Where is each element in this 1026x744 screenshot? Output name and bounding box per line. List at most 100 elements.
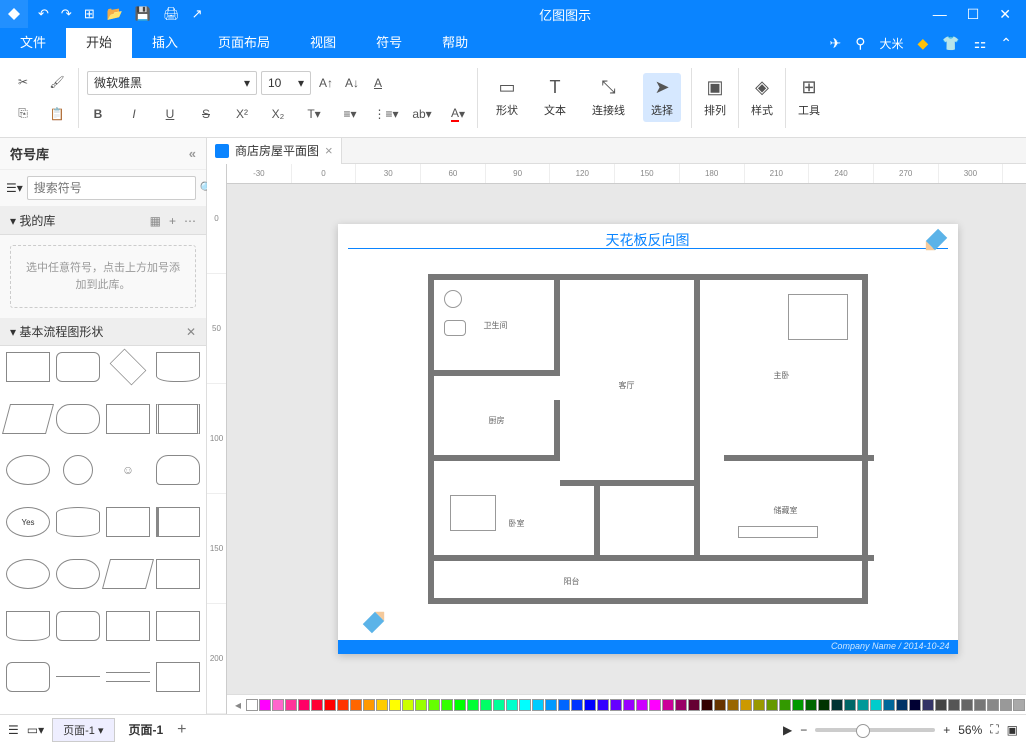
tab-insert[interactable]: 插入 <box>132 28 198 58</box>
color-scroll-left[interactable]: ◂ <box>231 698 245 712</box>
color-swatch[interactable] <box>1000 699 1012 711</box>
print-button[interactable]: 🖨 <box>163 6 180 22</box>
share-icon[interactable]: ⚲ <box>855 35 865 52</box>
tab-help[interactable]: 帮助 <box>422 28 488 58</box>
grid-view-icon[interactable]: ▦ <box>150 214 161 228</box>
shape-line2[interactable] <box>106 672 150 682</box>
apps-icon[interactable]: ⚏ <box>974 35 987 52</box>
color-swatch[interactable] <box>246 699 258 711</box>
color-swatch[interactable] <box>298 699 310 711</box>
color-swatch[interactable] <box>389 699 401 711</box>
font-color-button[interactable]: A▾ <box>447 103 469 125</box>
new-button[interactable]: ⊞ <box>84 6 95 22</box>
color-swatch[interactable] <box>480 699 492 711</box>
shape-rounded-rect[interactable] <box>56 352 100 382</box>
color-swatch[interactable] <box>571 699 583 711</box>
shape-document[interactable] <box>156 352 200 382</box>
shape-terminator[interactable]: Yes <box>6 507 50 537</box>
shape-predefined[interactable] <box>156 404 200 434</box>
close-tab-button[interactable]: × <box>325 143 333 158</box>
shape-trap[interactable] <box>156 611 200 641</box>
shape-hex2[interactable] <box>6 662 50 692</box>
presentation-button[interactable]: ▶ <box>783 723 792 737</box>
color-swatch[interactable] <box>870 699 882 711</box>
canvas[interactable]: 天花板反向图 <box>227 184 1026 694</box>
redo-button[interactable]: ↷ <box>61 6 72 22</box>
color-swatch[interactable] <box>428 699 440 711</box>
tab-symbol[interactable]: 符号 <box>356 28 422 58</box>
color-swatch[interactable] <box>337 699 349 711</box>
shape-rectangle[interactable] <box>6 352 50 382</box>
color-swatch[interactable] <box>649 699 661 711</box>
fullscreen-button[interactable]: ⛶ <box>990 722 998 737</box>
font-select[interactable]: 微软雅黑▾ <box>87 71 257 95</box>
tab-start[interactable]: 开始 <box>66 28 132 58</box>
color-swatch[interactable] <box>324 699 336 711</box>
tab-view[interactable]: 视图 <box>290 28 356 58</box>
shape-hex[interactable] <box>106 611 150 641</box>
collapse-panel-button[interactable]: « <box>189 146 196 161</box>
shape-capsule[interactable] <box>56 404 100 434</box>
color-swatch[interactable] <box>714 699 726 711</box>
document-tab[interactable]: 商店房屋平面图 × <box>207 138 342 164</box>
shape-wave[interactable] <box>6 611 50 641</box>
clear-format-button[interactable]: A <box>367 72 389 94</box>
shape-diamond[interactable] <box>110 349 147 386</box>
color-swatch[interactable] <box>935 699 947 711</box>
color-swatch[interactable] <box>584 699 596 711</box>
color-swatch[interactable] <box>740 699 752 711</box>
increase-font-button[interactable]: A↑ <box>315 72 337 94</box>
color-swatch[interactable] <box>363 699 375 711</box>
color-swatch[interactable] <box>441 699 453 711</box>
shape-round2[interactable] <box>56 611 100 641</box>
color-swatch[interactable] <box>909 699 921 711</box>
copy-button[interactable]: ⎘ <box>12 103 34 125</box>
page-tab[interactable]: 页面-1 ▾ <box>52 718 114 742</box>
color-swatch[interactable] <box>558 699 570 711</box>
color-swatch[interactable] <box>259 699 271 711</box>
color-swatch[interactable] <box>779 699 791 711</box>
zoom-slider[interactable] <box>815 728 935 732</box>
mylib-section[interactable]: ▾ 我的库 ▦+⋯ <box>0 207 206 235</box>
save-button[interactable]: 💾 <box>135 6 151 22</box>
color-swatch[interactable] <box>506 699 518 711</box>
color-swatch[interactable] <box>545 699 557 711</box>
color-swatch[interactable] <box>610 699 622 711</box>
color-swatch[interactable] <box>961 699 973 711</box>
tools-button[interactable]: ⊞工具 <box>790 73 828 122</box>
export-button[interactable]: ↗ <box>192 6 203 22</box>
color-swatch[interactable] <box>519 699 531 711</box>
zoom-in-button[interactable]: + <box>943 723 950 737</box>
shape-subprocess[interactable] <box>106 404 150 434</box>
library-dropdown-button[interactable]: ☰▾ <box>6 181 23 195</box>
italic-button[interactable]: I <box>123 103 145 125</box>
list-button[interactable]: ≡▾ <box>339 103 361 125</box>
shape-data[interactable] <box>156 507 200 537</box>
maximize-button[interactable]: ☐ <box>967 6 980 23</box>
more-icon[interactable]: ⋯ <box>184 214 196 228</box>
color-swatch[interactable] <box>766 699 778 711</box>
color-swatch[interactable] <box>402 699 414 711</box>
underline-button[interactable]: U <box>159 103 181 125</box>
color-swatch[interactable] <box>727 699 739 711</box>
color-swatch[interactable] <box>376 699 388 711</box>
color-swatch[interactable] <box>454 699 466 711</box>
collapse-ribbon-button[interactable]: ⌃ <box>1000 35 1012 52</box>
color-swatch[interactable] <box>467 699 479 711</box>
shape-cylinder2[interactable] <box>56 559 100 589</box>
color-swatch[interactable] <box>688 699 700 711</box>
color-swatch[interactable] <box>831 699 843 711</box>
color-swatch[interactable] <box>350 699 362 711</box>
color-swatch[interactable] <box>493 699 505 711</box>
layout-icon[interactable]: ▭▾ <box>27 723 44 737</box>
color-swatch[interactable] <box>844 699 856 711</box>
color-swatch[interactable] <box>662 699 674 711</box>
fit-button[interactable]: ▣ <box>1007 723 1018 737</box>
user-label[interactable]: 大米 <box>879 35 903 52</box>
tab-file[interactable]: 文件 <box>0 28 66 58</box>
shape-person[interactable]: ☺ <box>106 455 150 485</box>
shape-ellipse[interactable] <box>6 455 50 485</box>
color-swatch[interactable] <box>272 699 284 711</box>
format-painter-button[interactable]: 🖌 <box>46 71 68 93</box>
color-swatch[interactable] <box>896 699 908 711</box>
